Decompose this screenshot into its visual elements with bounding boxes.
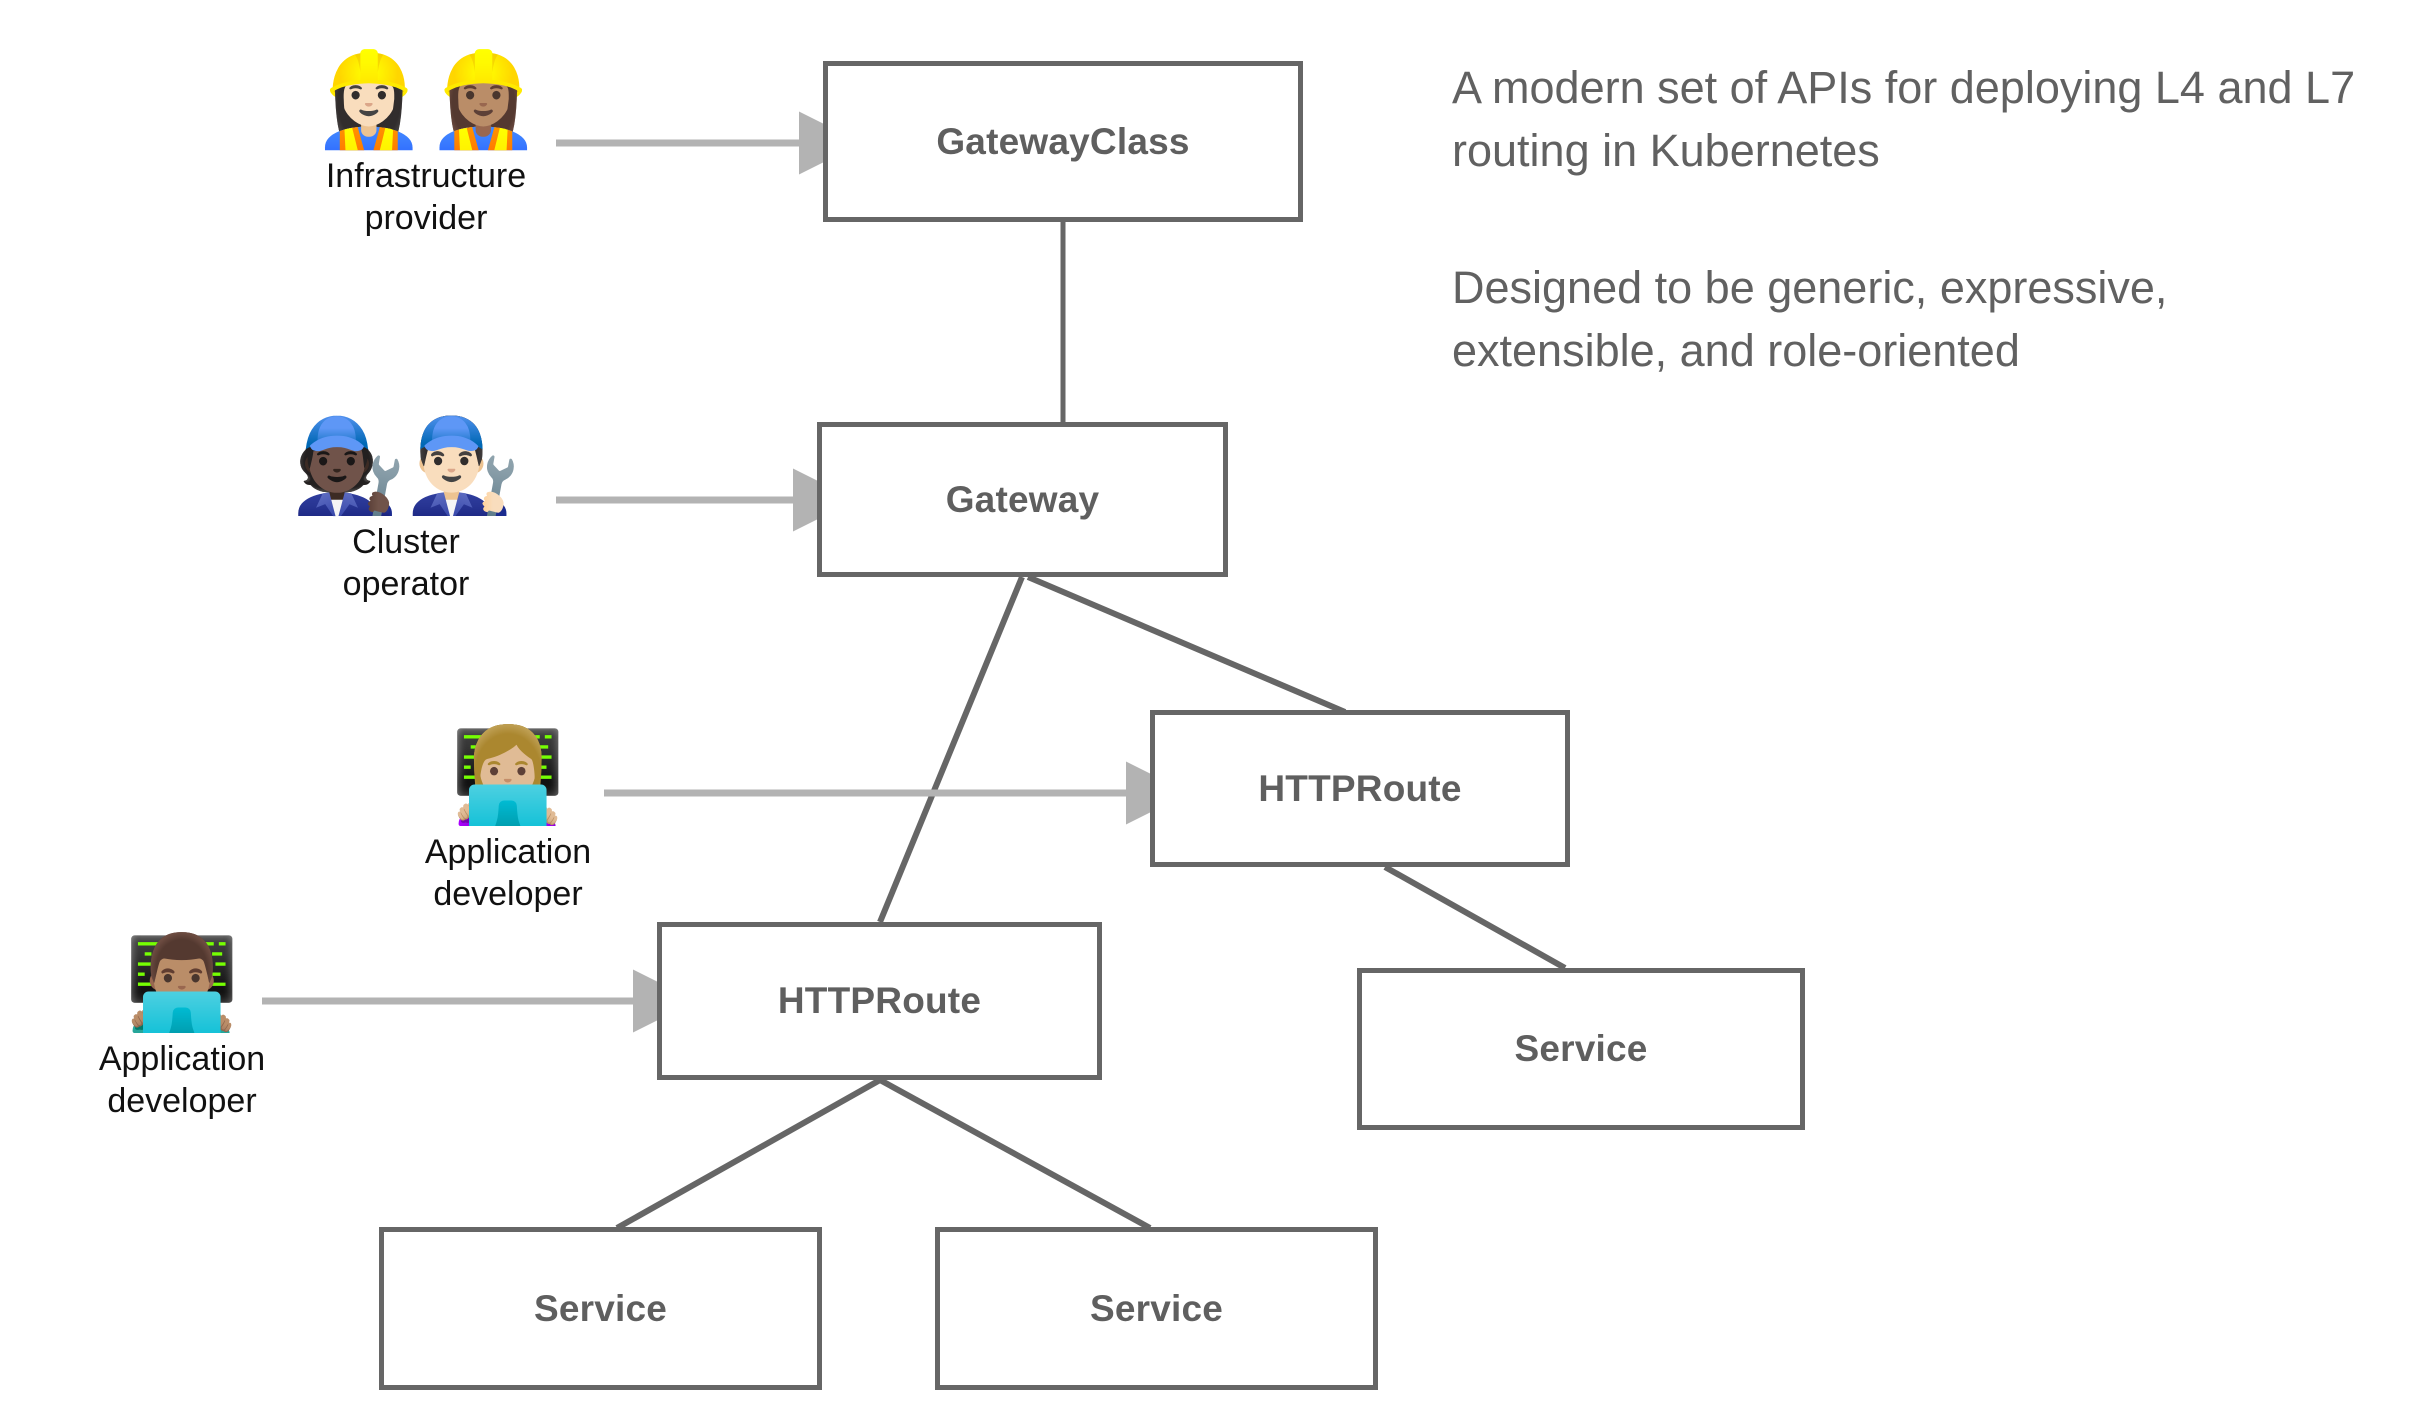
node-gatewayclass[interactable]: GatewayClass: [823, 61, 1303, 222]
caption-line-1: A modern set of APIs for deploying L4 an…: [1452, 62, 2356, 176]
link-gateway-httproute-right: [1026, 574, 1347, 715]
node-httproute-left[interactable]: HTTPRoute: [657, 922, 1102, 1080]
node-service-bottom-mid[interactable]: Service: [935, 1227, 1378, 1390]
node-service-bottom-left[interactable]: Service: [379, 1227, 822, 1390]
node-httproute-right[interactable]: HTTPRoute: [1150, 710, 1570, 867]
woman-technologist-light-icon: 👩🏼‍💻: [450, 722, 566, 829]
actor-infrastructure-provider: 👷🏻‍♀️ 👷🏽‍♀️ Infrastructure provider: [286, 46, 566, 240]
node-service-bottom-left-label: Service: [533, 1287, 668, 1329]
node-service-right[interactable]: Service: [1357, 968, 1805, 1130]
actor-application-developer-upper-label: Application developer: [424, 832, 592, 914]
link-gateway-httproute-left: [877, 575, 1025, 924]
man-mechanic-light-icon: 👨🏻‍🔧: [406, 412, 521, 519]
diagram-canvas: GatewayClass Gateway HTTPRoute HTTPRoute…: [0, 0, 2414, 1418]
node-httproute-right-label: HTTPRoute: [1258, 767, 1462, 809]
link-httproute-left-service-bottom-left: [615, 1077, 882, 1231]
node-gateway[interactable]: Gateway: [817, 422, 1228, 577]
caption-block: A modern set of APIs for deploying L4 an…: [1452, 56, 2382, 382]
woman-construction-worker-medium-icon: 👷🏽‍♀️: [426, 46, 541, 153]
actor-cluster-operator-label: Cluster operator: [342, 522, 470, 604]
node-gateway-label: Gateway: [945, 478, 1100, 520]
link-httproute-left-service-bottom-mid: [878, 1077, 1152, 1231]
infrastructure-provider-emoji-group: 👷🏻‍♀️ 👷🏽‍♀️: [311, 46, 541, 153]
actor-application-developer-lower: 👨🏽‍💻 Application developer: [72, 929, 292, 1123]
node-service-bottom-mid-label: Service: [1089, 1287, 1224, 1329]
cluster-operator-emoji-group: 🧑🏿‍🔧 👨🏻‍🔧: [291, 412, 521, 519]
node-service-right-label: Service: [1514, 1028, 1648, 1069]
woman-construction-worker-light-icon: 👷🏻‍♀️: [311, 46, 426, 153]
caption-line-2: Designed to be generic, expressive, exte…: [1452, 262, 2168, 376]
application-developer-upper-emoji-group: 👩🏼‍💻: [450, 722, 566, 829]
actor-infrastructure-provider-label: Infrastructure provider: [325, 156, 527, 238]
mechanic-dark-icon: 🧑🏿‍🔧: [291, 412, 406, 519]
node-httproute-left-label: HTTPRoute: [777, 980, 982, 1021]
actor-application-developer-upper: 👩🏼‍💻 Application developer: [398, 722, 618, 916]
man-technologist-medium-icon: 👨🏽‍💻: [124, 929, 240, 1036]
node-gatewayclass-label: GatewayClass: [936, 120, 1190, 162]
actor-application-developer-lower-label: Application developer: [98, 1039, 266, 1121]
application-developer-lower-emoji-group: 👨🏽‍💻: [124, 929, 240, 1036]
actor-cluster-operator: 🧑🏿‍🔧 👨🏻‍🔧 Cluster operator: [276, 412, 536, 606]
link-httproute-right-service-right: [1383, 864, 1567, 971]
